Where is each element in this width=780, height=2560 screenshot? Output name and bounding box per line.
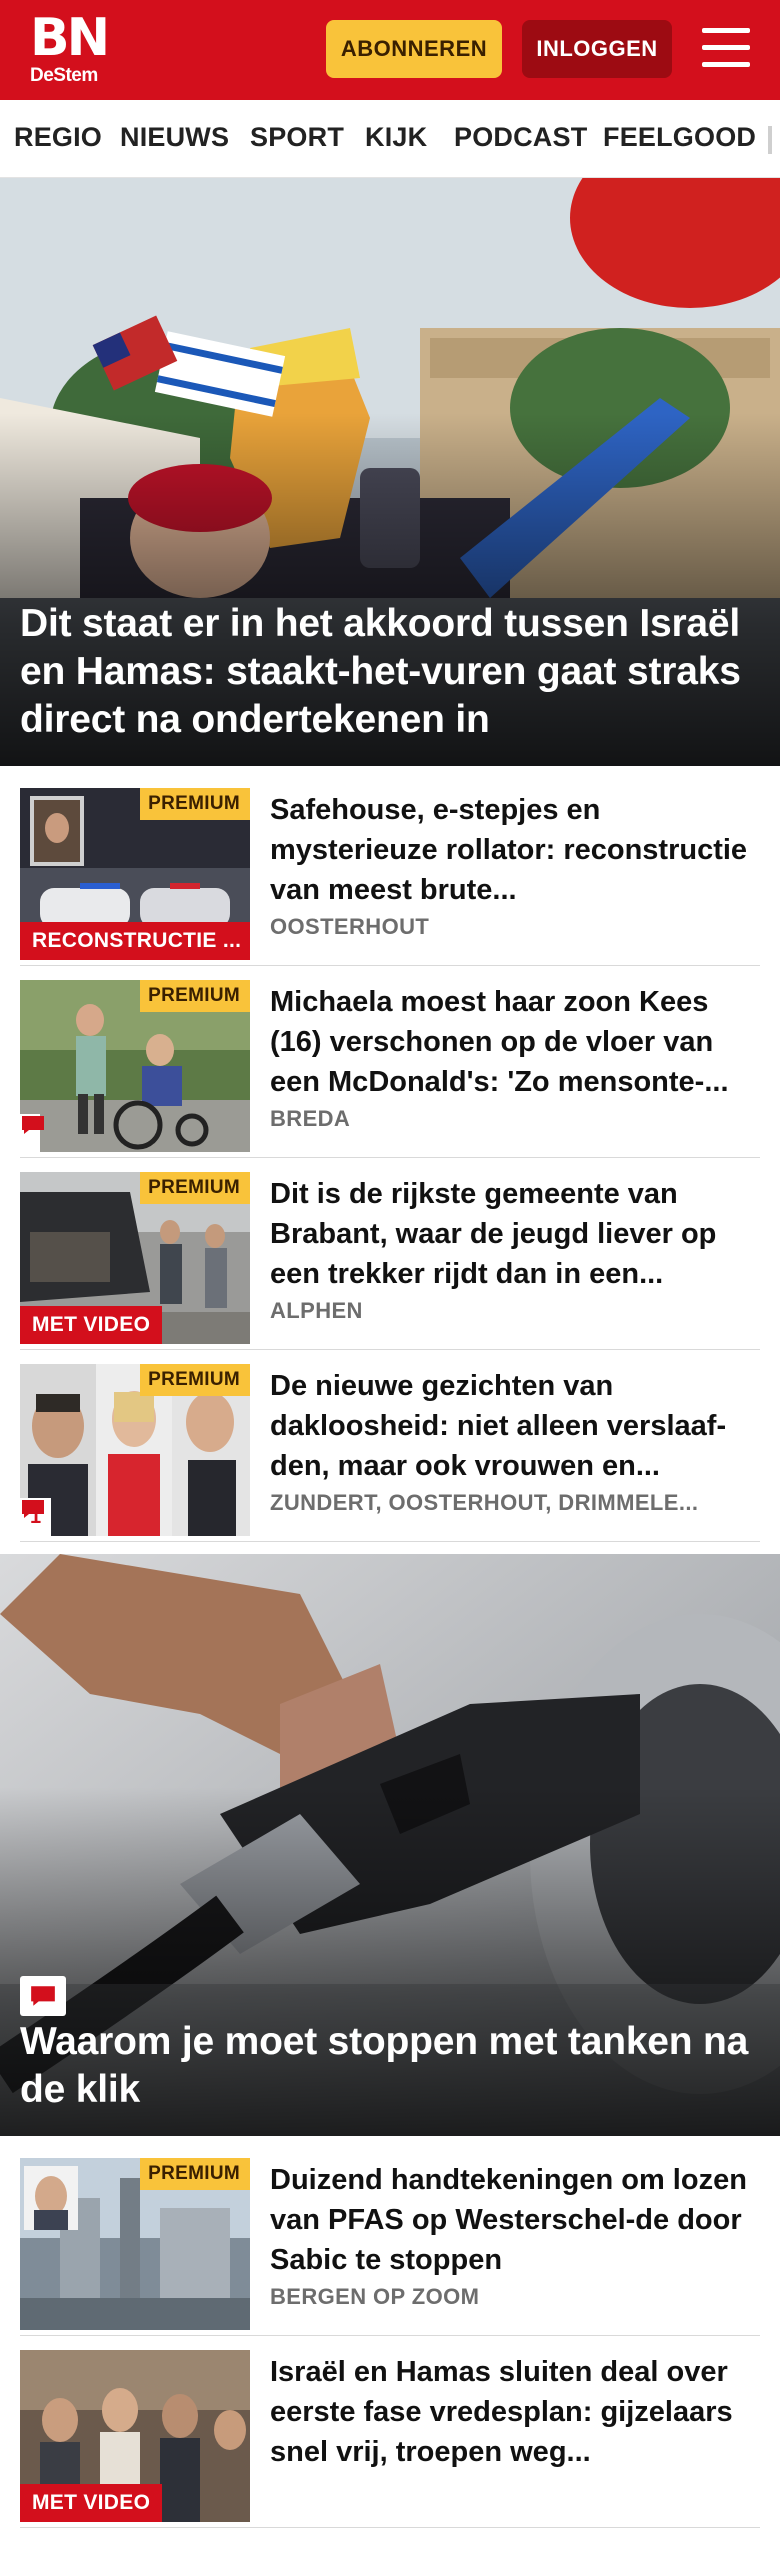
list-item[interactable]: PREMIUM 1 De nieuwe gezichten van dakloo… <box>20 1352 760 1542</box>
reconstructie-label: RECONSTRUCTIE ... <box>20 922 250 960</box>
list-item[interactable]: MET VIDEO Israël en Hamas sluiten deal o… <box>20 2338 760 2528</box>
site-header: BN DeStem ABONNEREN INLOGGEN <box>0 0 780 100</box>
list-item[interactable]: PREMIUM MET VIDEO Dit is de rijkste geme… <box>20 1160 760 1350</box>
list-item[interactable]: PREMIUM RECONSTRUCTIE ... Safehouse, e-s… <box>20 776 760 966</box>
article-thumbnail: PREMIUM RECONSTRUCTIE ... <box>20 788 250 960</box>
comments-badge[interactable] <box>20 1976 66 2016</box>
article-thumbnail: PREMIUM 1 <box>20 1364 250 1536</box>
nav-item-kijk[interactable]: KIJK <box>365 122 427 153</box>
nav-item-nieuws[interactable]: NIEUWS <box>120 122 229 153</box>
article-thumbnail: PREMIUM <box>20 2158 250 2330</box>
nav-overflow-indicator <box>768 126 772 154</box>
nav-item-regio[interactable]: REGIO <box>14 122 102 153</box>
comment-icon <box>31 1986 55 2006</box>
logo-main-text: BN <box>30 8 110 68</box>
hero-title-1[interactable]: Dit staat er in het akkoord tussen Israë… <box>20 600 760 744</box>
hamburger-menu-icon[interactable] <box>700 26 752 70</box>
logo-sub-text: DeStem <box>30 65 98 86</box>
comments-badge[interactable] <box>20 1114 44 1152</box>
video-label: MET VIDEO <box>20 2484 163 2522</box>
article-location: BREDA <box>270 1106 351 1131</box>
nav-item-sport[interactable]: SPORT <box>250 122 344 153</box>
article-title[interactable]: De nieuwe gezichten van dakloosheid: nie… <box>270 1366 750 1486</box>
article-location: ZUNDERT, OOSTERHOUT, DRIMMELE... <box>270 1490 699 1515</box>
hero-article-2[interactable]: Waarom je moet stoppen met tanken na de … <box>0 1554 780 2136</box>
premium-badge: PREMIUM <box>140 788 250 820</box>
comment-icon <box>22 1500 44 1518</box>
article-thumbnail: MET VIDEO <box>20 2350 250 2522</box>
article-location: OOSTERHOUT <box>270 914 430 939</box>
hero-article-1[interactable]: Dit staat er in het akkoord tussen Israë… <box>0 178 780 766</box>
premium-badge: PREMIUM <box>140 1364 250 1396</box>
nav-item-podcast[interactable]: PODCAST <box>454 122 587 153</box>
premium-badge: PREMIUM <box>140 980 250 1012</box>
article-title[interactable]: Michaela moest haar zoon Kees (16) versc… <box>270 982 750 1102</box>
article-thumbnail: PREMIUM <box>20 980 250 1152</box>
article-location: ALPHEN <box>270 1298 363 1323</box>
article-title[interactable]: Safehouse, e-stepjes en mysterieuze roll… <box>270 790 750 910</box>
article-thumbnail: PREMIUM MET VIDEO <box>20 1172 250 1344</box>
article-location: BERGEN OP ZOOM <box>270 2284 480 2309</box>
login-button[interactable]: INLOGGEN <box>522 20 672 78</box>
comment-icon <box>22 1116 44 1134</box>
list-item[interactable]: PREMIUM Michaela moest haar zoon Kees (1… <box>20 968 760 1158</box>
comments-badge[interactable]: 1 <box>20 1498 52 1536</box>
subscribe-button[interactable]: ABONNEREN <box>326 20 502 78</box>
site-logo[interactable]: BN DeStem <box>30 8 110 86</box>
article-title[interactable]: Duizend handtekeningen om lozen van PFAS… <box>270 2160 750 2280</box>
article-title[interactable]: Israël en Hamas sluiten deal over eerste… <box>270 2352 750 2472</box>
nav-item-feelgood[interactable]: FEELGOOD <box>603 122 756 153</box>
article-title[interactable]: Dit is de rijkste gemeente van Brabant, … <box>270 1174 750 1294</box>
section-nav: REGIO NIEUWS SPORT KIJK PODCAST FEELGOOD <box>0 100 780 178</box>
hero-title-2[interactable]: Waarom je moet stoppen met tanken na de … <box>20 2018 760 2114</box>
video-label: MET VIDEO <box>20 1306 163 1344</box>
premium-badge: PREMIUM <box>140 2158 250 2190</box>
premium-badge: PREMIUM <box>140 1172 250 1204</box>
list-item[interactable]: PREMIUM Duizend handtekeningen om lozen … <box>20 2146 760 2336</box>
